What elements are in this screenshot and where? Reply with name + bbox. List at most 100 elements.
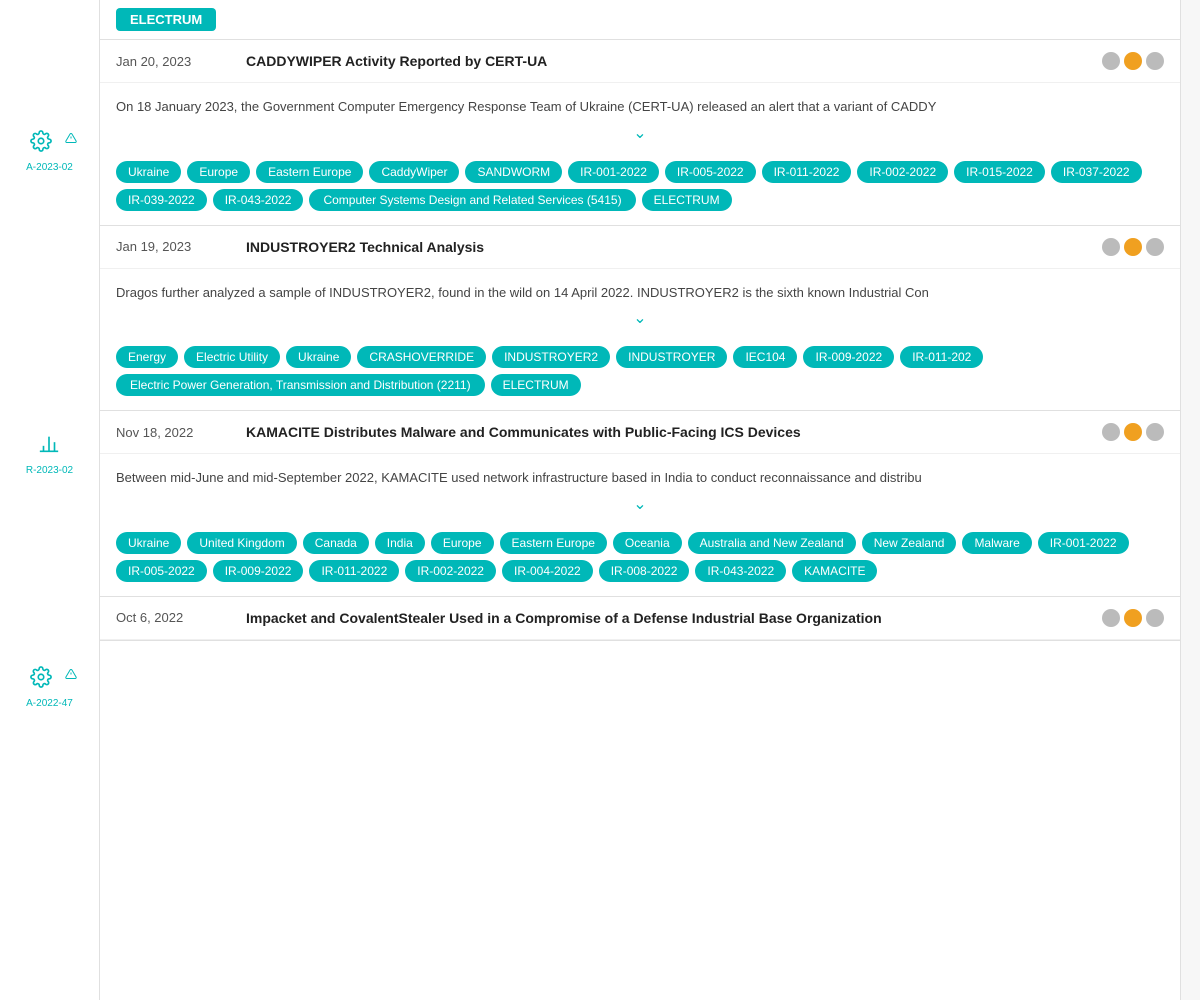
- tag-australia-nz[interactable]: Australia and New Zealand: [688, 532, 856, 554]
- indicator-gray-4: [1146, 238, 1164, 256]
- indicator-gray-5: [1102, 423, 1120, 441]
- sidebar-label-3: A-2022-47: [26, 698, 73, 709]
- tag-industroyer2[interactable]: INDUSTROYER2: [492, 346, 610, 368]
- sidebar-entry-3: A-2022-47: [26, 666, 73, 709]
- tag-ir-015-2022[interactable]: IR-015-2022: [954, 161, 1045, 183]
- report-caddywiper-date: Jan 20, 2023: [116, 54, 246, 69]
- tag-ir-001-2022-2[interactable]: IR-001-2022: [1038, 532, 1129, 554]
- chevron-down-icon-3: ⌄: [633, 496, 646, 513]
- top-bar: ELECTRUM: [100, 0, 1180, 40]
- tag-malware[interactable]: Malware: [962, 532, 1031, 554]
- report-kamacite-tags: Ukraine United Kingdom Canada India Euro…: [100, 524, 1180, 596]
- report-impacket: Oct 6, 2022 Impacket and CovalentStealer…: [100, 597, 1180, 641]
- tag-ir-005-2022-2[interactable]: IR-005-2022: [116, 560, 207, 582]
- tag-eastern-europe-2[interactable]: Eastern Europe: [500, 532, 607, 554]
- tag-india[interactable]: India: [375, 532, 425, 554]
- tag-ir-004-2022[interactable]: IR-004-2022: [502, 560, 593, 582]
- indicator-orange-4: [1124, 609, 1142, 627]
- report-impacket-indicators: [1102, 609, 1164, 627]
- report-kamacite-indicators: [1102, 423, 1164, 441]
- tag-ir-011-2022-1[interactable]: IR-011-2022: [762, 161, 852, 183]
- chevron-down-icon-1: ⌄: [633, 125, 646, 142]
- tag-ir-009-2022-2[interactable]: IR-009-2022: [213, 560, 304, 582]
- tag-electric-power[interactable]: Electric Power Generation, Transmission …: [116, 374, 485, 396]
- tag-ir-011-2022-2[interactable]: IR-011-2022: [309, 560, 399, 582]
- tag-canada[interactable]: Canada: [303, 532, 369, 554]
- indicator-gray-6: [1146, 423, 1164, 441]
- left-sidebar: A-2023-02 R-2023-02: [0, 0, 100, 1000]
- tag-eastern-europe-1[interactable]: Eastern Europe: [256, 161, 363, 183]
- report-industroyer2: Jan 19, 2023 INDUSTROYER2 Technical Anal…: [100, 226, 1180, 412]
- tag-europe-2[interactable]: Europe: [431, 532, 494, 554]
- tag-europe-1[interactable]: Europe: [187, 161, 250, 183]
- sidebar-label-2: R-2023-02: [26, 465, 73, 476]
- tag-kamacite[interactable]: KAMACITE: [792, 560, 877, 582]
- report-kamacite-date: Nov 18, 2022: [116, 425, 246, 440]
- tag-ir-002-2022-1[interactable]: IR-002-2022: [857, 161, 948, 183]
- report-kamacite-header: Nov 18, 2022 KAMACITE Distributes Malwar…: [100, 411, 1180, 454]
- gear-warning-icon-1: [30, 130, 70, 158]
- indicator-gray-3: [1102, 238, 1120, 256]
- report-industroyer2-body: Dragos further analyzed a sample of INDU…: [100, 269, 1180, 303]
- report-industroyer2-tags: Energy Electric Utility Ukraine CRASHOVE…: [100, 338, 1180, 410]
- right-edge: [1180, 0, 1200, 1000]
- tag-computer-systems[interactable]: Computer Systems Design and Related Serv…: [309, 189, 635, 211]
- tag-new-zealand[interactable]: New Zealand: [862, 532, 957, 554]
- indicator-gray-8: [1146, 609, 1164, 627]
- tag-ir-011-202[interactable]: IR-011-202: [900, 346, 983, 368]
- report-industroyer2-expand[interactable]: ⌄: [100, 302, 1180, 338]
- gear-warning-icon-3: [30, 666, 70, 694]
- report-caddywiper: Jan 20, 2023 CADDYWIPER Activity Reporte…: [100, 40, 1180, 226]
- tag-ukraine-3[interactable]: Ukraine: [116, 532, 181, 554]
- report-impacket-header: Oct 6, 2022 Impacket and CovalentStealer…: [100, 597, 1180, 640]
- tag-crashoverride[interactable]: CRASHOVERRIDE: [357, 346, 486, 368]
- tag-ir-002-2022-2[interactable]: IR-002-2022: [405, 560, 496, 582]
- sidebar-entry-1: A-2023-02: [26, 130, 73, 173]
- tag-ir-039-2022[interactable]: IR-039-2022: [116, 189, 207, 211]
- report-caddywiper-header: Jan 20, 2023 CADDYWIPER Activity Reporte…: [100, 40, 1180, 83]
- chevron-down-icon-2: ⌄: [633, 310, 646, 327]
- tag-ukraine-2[interactable]: Ukraine: [286, 346, 351, 368]
- sidebar-entry-2: R-2023-02: [26, 433, 73, 476]
- report-industroyer2-indicators: [1102, 238, 1164, 256]
- tag-ir-043-2022-2[interactable]: IR-043-2022: [695, 560, 786, 582]
- tag-ir-037-2022[interactable]: IR-037-2022: [1051, 161, 1142, 183]
- tag-ukraine-1[interactable]: Ukraine: [116, 161, 181, 183]
- tag-electrum-2[interactable]: ELECTRUM: [491, 374, 581, 396]
- report-caddywiper-tags: Ukraine Europe Eastern Europe CaddyWiper…: [100, 153, 1180, 225]
- tag-energy[interactable]: Energy: [116, 346, 178, 368]
- tag-oceania[interactable]: Oceania: [613, 532, 682, 554]
- tag-ir-043-2022-1[interactable]: IR-043-2022: [213, 189, 304, 211]
- indicator-orange-3: [1124, 423, 1142, 441]
- tag-industroyer[interactable]: INDUSTROYER: [616, 346, 727, 368]
- report-kamacite: Nov 18, 2022 KAMACITE Distributes Malwar…: [100, 411, 1180, 597]
- report-industroyer2-header: Jan 19, 2023 INDUSTROYER2 Technical Anal…: [100, 226, 1180, 269]
- report-kamacite-title: KAMACITE Distributes Malware and Communi…: [246, 424, 1102, 440]
- report-caddywiper-expand[interactable]: ⌄: [100, 117, 1180, 153]
- report-kamacite-expand[interactable]: ⌄: [100, 488, 1180, 524]
- tag-ir-001-2022-1[interactable]: IR-001-2022: [568, 161, 659, 183]
- report-industroyer2-title: INDUSTROYER2 Technical Analysis: [246, 239, 1102, 255]
- report-impacket-date: Oct 6, 2022: [116, 610, 246, 625]
- sidebar-label-1: A-2023-02: [26, 162, 73, 173]
- indicator-gray-7: [1102, 609, 1120, 627]
- tag-ir-008-2022[interactable]: IR-008-2022: [599, 560, 690, 582]
- report-industroyer2-date: Jan 19, 2023: [116, 239, 246, 254]
- report-impacket-title: Impacket and CovalentStealer Used in a C…: [246, 610, 1102, 626]
- tag-electric-utility[interactable]: Electric Utility: [184, 346, 280, 368]
- tag-sandworm[interactable]: SANDWORM: [465, 161, 562, 183]
- tag-united-kingdom[interactable]: United Kingdom: [187, 532, 296, 554]
- tag-iec104[interactable]: IEC104: [733, 346, 797, 368]
- report-caddywiper-indicators: [1102, 52, 1164, 70]
- main-content: ELECTRUM Jan 20, 2023 CADDYWIPER Activit…: [100, 0, 1180, 1000]
- tag-electrum-1[interactable]: ELECTRUM: [642, 189, 732, 211]
- electrum-top-button[interactable]: ELECTRUM: [116, 8, 216, 31]
- indicator-gray-2: [1146, 52, 1164, 70]
- tag-ir-005-2022-1[interactable]: IR-005-2022: [665, 161, 756, 183]
- report-caddywiper-body: On 18 January 2023, the Government Compu…: [100, 83, 1180, 117]
- report-caddywiper-title: CADDYWIPER Activity Reported by CERT-UA: [246, 53, 1102, 69]
- report-kamacite-body: Between mid-June and mid-September 2022,…: [100, 454, 1180, 488]
- tag-ir-009-2022-1[interactable]: IR-009-2022: [803, 346, 894, 368]
- tag-caddywiper[interactable]: CaddyWiper: [369, 161, 459, 183]
- page-container: A-2023-02 R-2023-02: [0, 0, 1200, 1000]
